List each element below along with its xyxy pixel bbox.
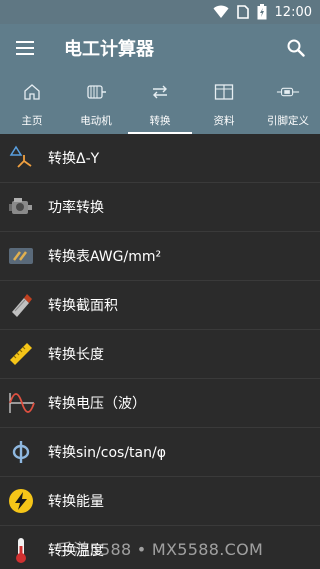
list-item-label: 转换电压（波） [48, 396, 146, 412]
tab-label: 转换 [149, 115, 171, 127]
cable-cross-section-icon [7, 291, 35, 319]
conversion-list: 转换Δ-Y 功率转换 转换表AWG/mm² 转换截面积 转换长度 转换电压（波） [0, 134, 320, 569]
convert-icon [148, 81, 172, 103]
sim-icon [236, 5, 249, 19]
status-time: 12:00 [274, 4, 312, 20]
list-item-label: 转换sin/cos/tan/φ [48, 445, 166, 461]
list-item-label: 转换长度 [48, 347, 104, 363]
list-item-label: 转换Δ-Y [48, 151, 100, 167]
tab-label: 主页 [21, 115, 43, 127]
list-item-label: 转换能量 [48, 494, 104, 510]
book-icon [212, 81, 236, 103]
wifi-icon [213, 5, 229, 19]
delta-star-icon [7, 144, 35, 172]
list-item-label: 功率转换 [48, 200, 104, 216]
wire-gauge-icon [7, 242, 35, 270]
list-item[interactable]: 转换sin/cos/tan/φ [0, 428, 320, 477]
phi-icon [7, 438, 35, 466]
lightning-icon [7, 487, 35, 515]
motor-icon [84, 81, 108, 103]
list-item[interactable]: 转换长度 [0, 330, 320, 379]
tab-home[interactable]: 主页 [0, 72, 64, 134]
battery-icon [257, 4, 267, 20]
search-icon[interactable] [284, 36, 308, 60]
home-icon [20, 81, 44, 103]
connector-icon [276, 81, 300, 103]
status-bar: 12:00 [0, 0, 320, 24]
list-item[interactable]: 转换Δ-Y [0, 134, 320, 183]
tab-convert[interactable]: 转换 [128, 72, 192, 134]
tab-motor[interactable]: 电动机 [64, 72, 128, 134]
list-item-label: 转换截面积 [48, 298, 118, 314]
tab-label: 资料 [213, 115, 235, 127]
engine-icon [7, 193, 35, 221]
list-item[interactable]: 功率转换 [0, 183, 320, 232]
tab-pinout[interactable]: 引脚定义 [256, 72, 320, 134]
app-title: 电工计算器 [64, 39, 154, 60]
tab-bar: 主页 电动机 转换 资料 引脚定义 [0, 72, 320, 134]
hamburger-menu-icon[interactable] [0, 24, 50, 72]
list-item[interactable]: 转换截面积 [0, 281, 320, 330]
tab-label: 电动机 [80, 115, 112, 127]
list-item[interactable]: 转换表AWG/mm² [0, 232, 320, 281]
list-item[interactable]: 转换电压（波） [0, 379, 320, 428]
tab-label: 引脚定义 [267, 115, 309, 127]
list-item[interactable]: 转换能量 [0, 477, 320, 526]
ruler-icon [7, 340, 35, 368]
sine-wave-icon [7, 389, 35, 417]
tab-info[interactable]: 资料 [192, 72, 256, 134]
list-item-label: 转换表AWG/mm² [48, 249, 162, 265]
watermark: 手游5588 • MX5588.COM [56, 540, 264, 559]
app-bar: 电工计算器 [0, 24, 320, 72]
